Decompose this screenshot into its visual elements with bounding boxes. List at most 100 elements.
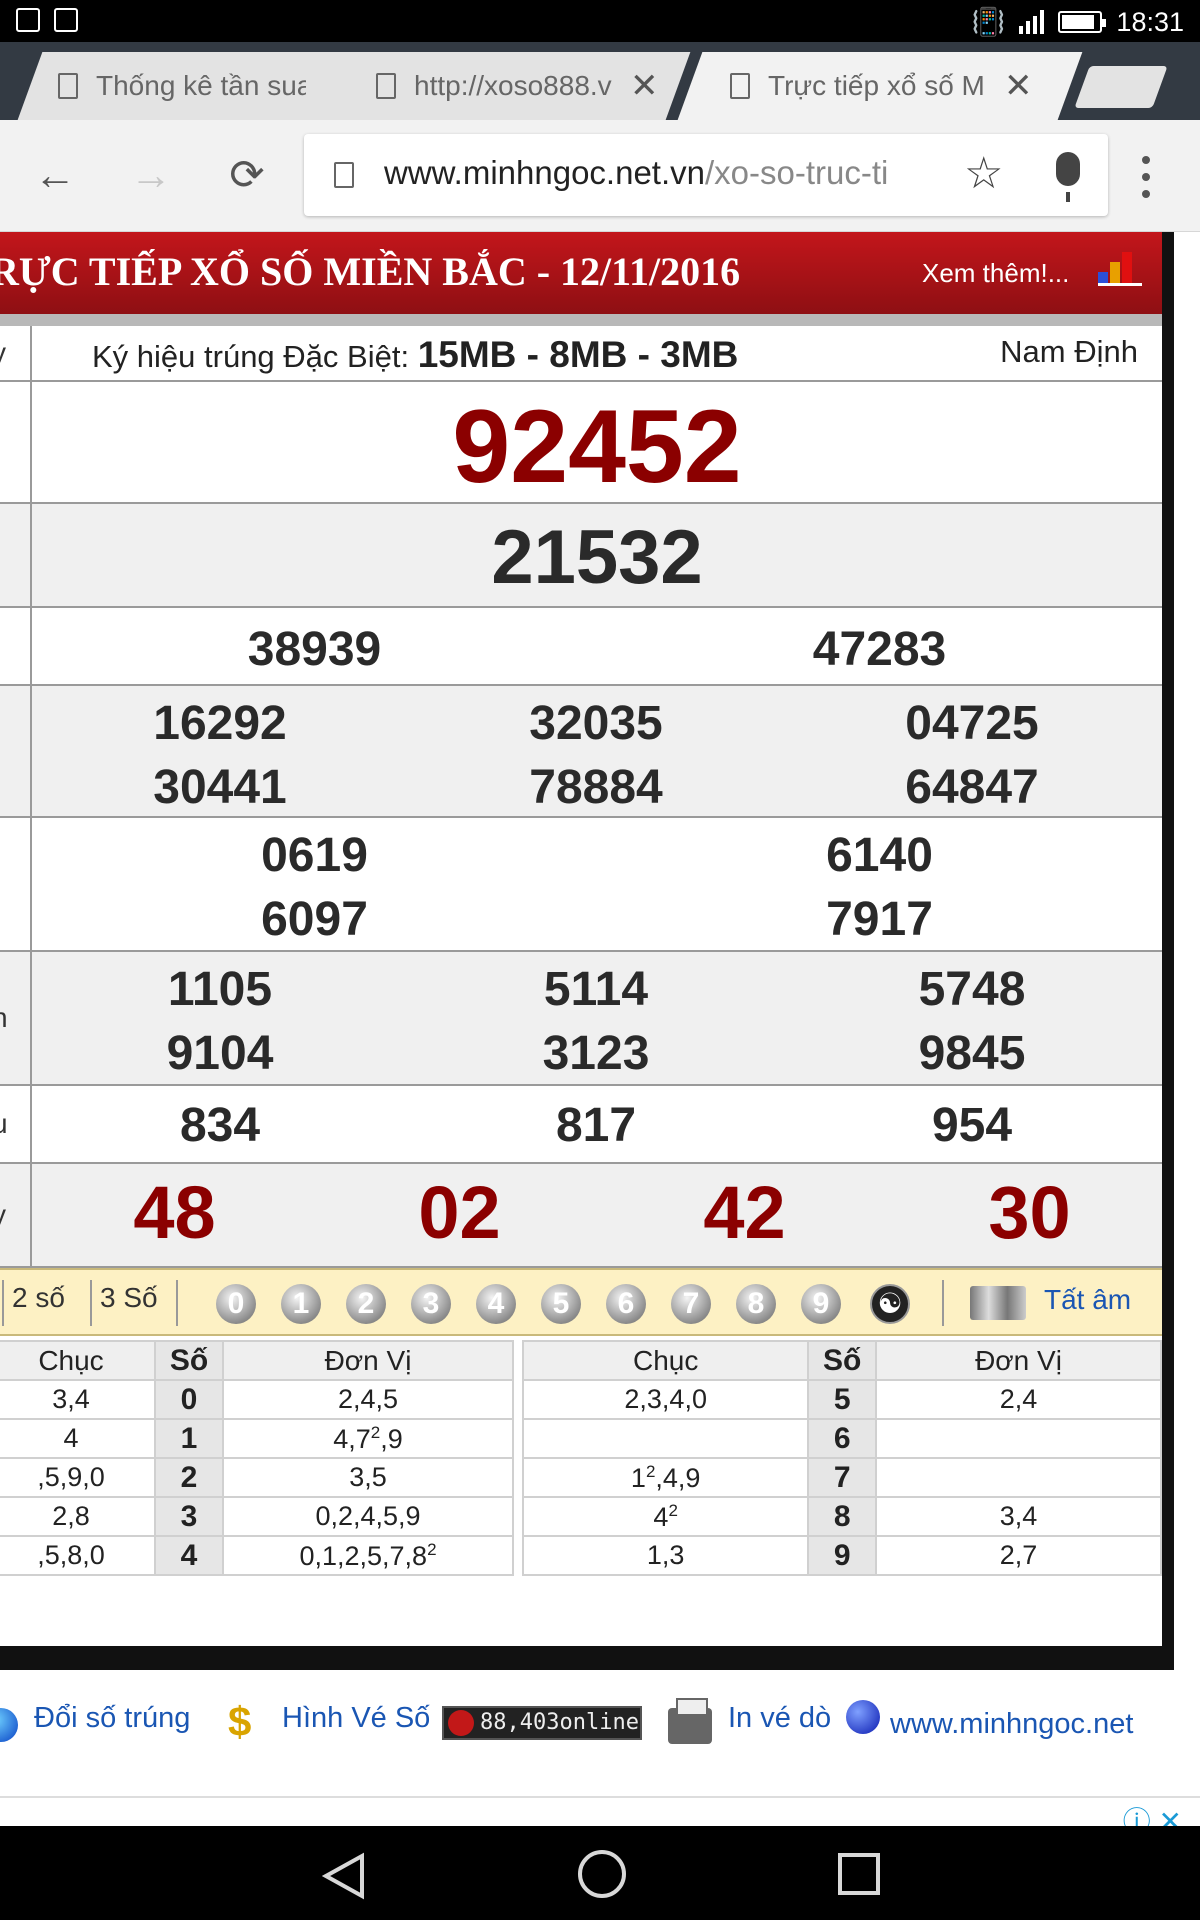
info-icon[interactable]: ⓘ xyxy=(1123,1806,1151,1826)
three-digit-toggle[interactable]: 3 Số xyxy=(100,1282,158,1314)
first-prize-number: 21532 xyxy=(491,515,703,600)
counter-icon xyxy=(448,1710,474,1736)
chuc-cell: 3,4 xyxy=(0,1379,156,1420)
digit-ball-0[interactable]: 0 xyxy=(216,1284,256,1324)
digit-ball-4[interactable]: 4 xyxy=(476,1284,516,1324)
close-icon[interactable]: ✕ xyxy=(1159,1806,1182,1826)
url-text[interactable]: www.minhngoc.net.vn/xo-so-truc-ti xyxy=(384,154,888,192)
table-row: 4 1 4,72,9 xyxy=(0,1418,514,1459)
don-vi-cell xyxy=(875,1457,1162,1498)
digit-ball-2[interactable]: 2 xyxy=(346,1284,386,1324)
vibrate-icon: 📳 xyxy=(971,7,1006,37)
symbol-value: 15MB - 8MB - 3MB xyxy=(417,334,739,375)
digit-ball-5[interactable]: 5 xyxy=(541,1284,581,1324)
special-symbol: Ký hiệu trúng Đặc Biệt: 15MB - 8MB - 3MB xyxy=(92,334,738,376)
prize-number: 3123 xyxy=(542,1027,650,1080)
tab-xoso888[interactable]: http://xoso888.v ✕ xyxy=(335,52,691,120)
nav-home-icon[interactable] xyxy=(578,1850,626,1898)
prize-number: 30 xyxy=(988,1171,1071,1254)
sixth-prize-row: u 834 817 954 xyxy=(0,1086,1162,1164)
prize-number: 04725 xyxy=(905,697,1039,750)
don-vi-cell: 2,4 xyxy=(875,1379,1162,1420)
card-bottom-bar xyxy=(0,1646,1162,1670)
number-filter-bar: 2 số 3 Số 0 1 2 3 4 5 6 7 8 9 ☯ Tất âm xyxy=(0,1268,1162,1336)
ad-controls[interactable]: ⓘ ✕ xyxy=(1123,1800,1182,1826)
hinh-ve-so-link[interactable]: Hình Vé Số xyxy=(282,1702,430,1735)
online-count: 88,403online xyxy=(480,1710,639,1735)
row-label: t xyxy=(0,504,32,606)
prize-number: 817 xyxy=(555,1099,637,1152)
fourth-prize-row: 0619 6140 6097 7917 xyxy=(0,818,1162,952)
so-cell: 1 xyxy=(154,1418,224,1459)
so-cell: 0 xyxy=(154,1379,224,1420)
address-bar[interactable]: www.minhngoc.net.vn/xo-so-truc-ti ☆ xyxy=(304,134,1108,216)
document-icon xyxy=(376,73,396,99)
chuc-cell: ,5,8,0 xyxy=(0,1535,156,1576)
printer-icon[interactable] xyxy=(668,1698,712,1744)
prize-number: 5114 xyxy=(543,963,649,1016)
bookmark-star-icon[interactable]: ☆ xyxy=(964,148,1003,199)
row-label: u xyxy=(0,1086,32,1162)
battery-icon xyxy=(1058,11,1107,33)
digit-ball-9[interactable]: 9 xyxy=(801,1284,841,1324)
arrow-right-icon: → xyxy=(130,151,172,198)
header-stripe xyxy=(0,314,1162,326)
so-cell: 6 xyxy=(807,1418,877,1459)
in-ve-do-link[interactable]: In vé dò xyxy=(728,1702,831,1735)
bar-chart-icon[interactable] xyxy=(1098,246,1142,286)
prize-number: 38939 xyxy=(247,623,382,676)
divider xyxy=(176,1280,178,1326)
digit-ball-3[interactable]: 3 xyxy=(411,1284,451,1324)
microphone-icon[interactable] xyxy=(1056,152,1080,202)
doi-so-trung-link[interactable]: Đổi số trúng xyxy=(34,1702,190,1735)
speaker-icon[interactable] xyxy=(970,1286,1026,1320)
arrow-left-icon: ← xyxy=(34,151,76,198)
two-digit-toggle[interactable]: 2 số xyxy=(12,1282,65,1314)
site-link[interactable]: www.minhngoc.net xyxy=(890,1708,1133,1741)
close-icon[interactable]: ✕ xyxy=(1004,66,1033,106)
close-icon[interactable]: ✕ xyxy=(630,66,659,106)
divider xyxy=(90,1280,92,1326)
prize-number: 954 xyxy=(931,1099,1013,1152)
table-row: 12,4,9 7 xyxy=(521,1457,1162,1498)
prize-number: 16292 xyxy=(153,697,287,750)
so-cell: 2 xyxy=(154,1457,224,1498)
digit-ball-8[interactable]: 8 xyxy=(736,1284,776,1324)
prize-number: 48 xyxy=(133,1171,216,1254)
results-card: RỰC TIẾP XỔ SỐ MIỀN BẮC - 12/11/2016 Xem… xyxy=(0,232,1174,1670)
chuc-cell: 4 xyxy=(0,1418,156,1459)
col-header-chuc: Chục xyxy=(521,1340,810,1381)
nav-recent-apps-icon[interactable] xyxy=(838,1853,880,1895)
prize-number: 64847 xyxy=(905,761,1039,814)
digit-ball-6[interactable]: 6 xyxy=(606,1284,646,1324)
tab-thong-ke[interactable]: Thống kê tần sua xyxy=(17,52,373,120)
see-more-link[interactable]: Xem thêm!... xyxy=(922,258,1069,289)
prize-number: 1105 xyxy=(167,963,273,1016)
third-prize-row: 16292 32035 04725 30441 78884 64847 xyxy=(0,686,1162,818)
reload-button[interactable]: ⟳ xyxy=(222,150,272,200)
forward-button[interactable]: → xyxy=(126,150,176,200)
menu-button[interactable] xyxy=(1142,156,1150,207)
tab-truc-tiep[interactable]: Trực tiếp xổ số M ✕ xyxy=(677,52,1083,120)
chuc-cell: 1,3 xyxy=(521,1535,810,1576)
col-header-so: Số xyxy=(807,1340,877,1381)
globe-icon xyxy=(0,1708,18,1742)
notification-icon xyxy=(16,8,40,32)
row-label xyxy=(0,686,32,816)
nav-back-icon[interactable] xyxy=(322,1852,366,1900)
table-row: 6 xyxy=(521,1418,1162,1459)
row-label: y xyxy=(0,326,32,380)
mute-link[interactable]: Tất âm xyxy=(1044,1284,1131,1316)
globe-icon xyxy=(846,1700,880,1734)
ad-banner: ⓘ ✕ xyxy=(0,1796,1200,1826)
browser-toolbar: ← → ⟳ www.minhngoc.net.vn/xo-so-truc-ti … xyxy=(0,120,1200,232)
digit-ball-1[interactable]: 1 xyxy=(281,1284,321,1324)
province-name: Nam Định xyxy=(1000,334,1138,369)
reload-icon: ⟳ xyxy=(229,151,265,198)
new-tab-button[interactable] xyxy=(1074,66,1168,108)
yin-yang-icon[interactable]: ☯ xyxy=(870,1284,910,1324)
table-row: ,5,8,0 4 0,1,2,5,7,82 xyxy=(0,1535,514,1576)
chuc-cell: 2,8 xyxy=(0,1496,156,1537)
digit-ball-7[interactable]: 7 xyxy=(671,1284,711,1324)
back-button[interactable]: ← xyxy=(30,150,80,200)
